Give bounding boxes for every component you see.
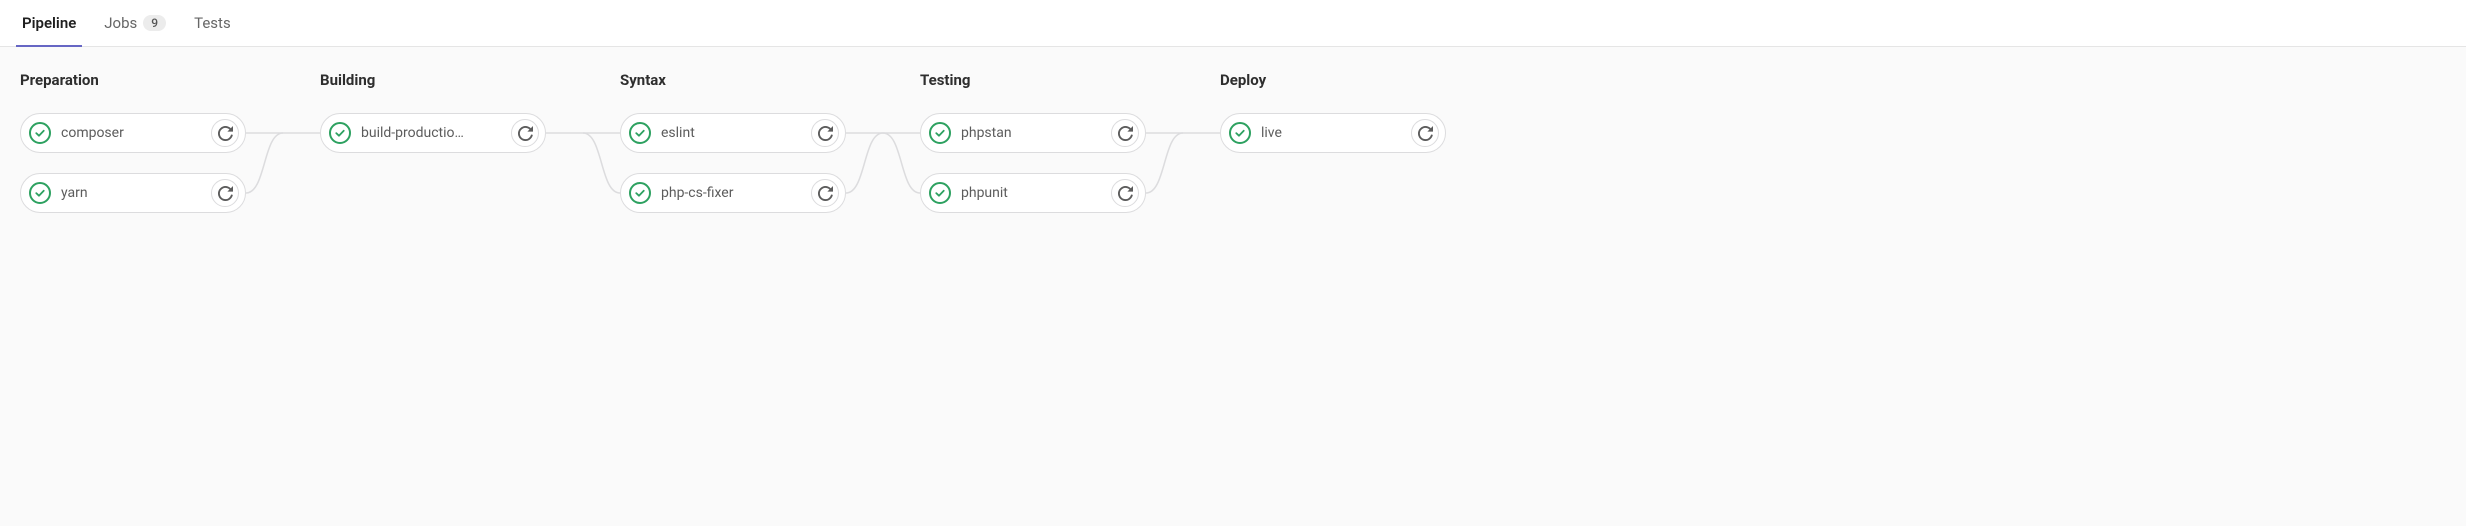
pipeline-graph: Preparation composer yarn Building build-pro… bbox=[0, 47, 2466, 253]
stage-title: Syntax bbox=[620, 71, 846, 89]
stage-title: Testing bbox=[920, 71, 1146, 89]
stage-title: Building bbox=[320, 71, 546, 89]
status-passed-icon bbox=[29, 182, 51, 204]
job-pill[interactable]: composer bbox=[20, 113, 246, 153]
status-passed-icon bbox=[929, 122, 951, 144]
tabs-bar: Pipeline Jobs 9 Tests bbox=[0, 0, 2466, 47]
job-name: build-productio… bbox=[361, 125, 511, 141]
job-name: phpstan bbox=[961, 125, 1111, 141]
tab-tests[interactable]: Tests bbox=[192, 0, 233, 46]
job-pill[interactable]: build-productio… bbox=[320, 113, 546, 153]
status-passed-icon bbox=[929, 182, 951, 204]
job-pill[interactable]: yarn bbox=[20, 173, 246, 213]
status-passed-icon bbox=[29, 122, 51, 144]
stage-column: Syntax eslint php-cs-fixer bbox=[620, 71, 846, 213]
job-pill[interactable]: phpunit bbox=[920, 173, 1146, 213]
stage-title: Preparation bbox=[20, 71, 246, 89]
tab-label: Pipeline bbox=[22, 14, 76, 32]
job-name: yarn bbox=[61, 185, 211, 201]
status-passed-icon bbox=[329, 122, 351, 144]
job-name: phpunit bbox=[961, 185, 1111, 201]
retry-icon[interactable] bbox=[811, 179, 839, 207]
tab-pipeline[interactable]: Pipeline bbox=[20, 0, 78, 46]
job-pill[interactable]: live bbox=[1220, 113, 1446, 153]
job-pill[interactable]: eslint bbox=[620, 113, 846, 153]
job-pill[interactable]: phpstan bbox=[920, 113, 1146, 153]
retry-icon[interactable] bbox=[1411, 119, 1439, 147]
jobs-list: live bbox=[1220, 113, 1446, 153]
status-passed-icon bbox=[1229, 122, 1251, 144]
stage-column: Preparation composer yarn bbox=[20, 71, 246, 213]
job-name: eslint bbox=[661, 125, 811, 141]
retry-icon[interactable] bbox=[511, 119, 539, 147]
jobs-list: build-productio… bbox=[320, 113, 546, 153]
tab-label: Jobs bbox=[104, 14, 137, 32]
jobs-list: composer yarn bbox=[20, 113, 246, 213]
tab-jobs[interactable]: Jobs 9 bbox=[102, 0, 168, 46]
tab-label: Tests bbox=[194, 14, 231, 32]
status-passed-icon bbox=[629, 182, 651, 204]
retry-icon[interactable] bbox=[811, 119, 839, 147]
stage-column: Building build-productio… bbox=[320, 71, 546, 213]
stage-title: Deploy bbox=[1220, 71, 1446, 89]
job-name: composer bbox=[61, 125, 211, 141]
retry-icon[interactable] bbox=[1111, 179, 1139, 207]
jobs-list: phpstan phpunit bbox=[920, 113, 1146, 213]
retry-icon[interactable] bbox=[1111, 119, 1139, 147]
jobs-count-badge: 9 bbox=[143, 15, 166, 31]
retry-icon[interactable] bbox=[211, 119, 239, 147]
stage-column: Deploy live bbox=[1220, 71, 1446, 213]
stages-row: Preparation composer yarn Building build-pro… bbox=[20, 71, 2446, 213]
job-name: live bbox=[1261, 125, 1411, 141]
job-name: php-cs-fixer bbox=[661, 185, 811, 201]
status-passed-icon bbox=[629, 122, 651, 144]
retry-icon[interactable] bbox=[211, 179, 239, 207]
jobs-list: eslint php-cs-fixer bbox=[620, 113, 846, 213]
job-pill[interactable]: php-cs-fixer bbox=[620, 173, 846, 213]
stage-column: Testing phpstan phpunit bbox=[920, 71, 1146, 213]
